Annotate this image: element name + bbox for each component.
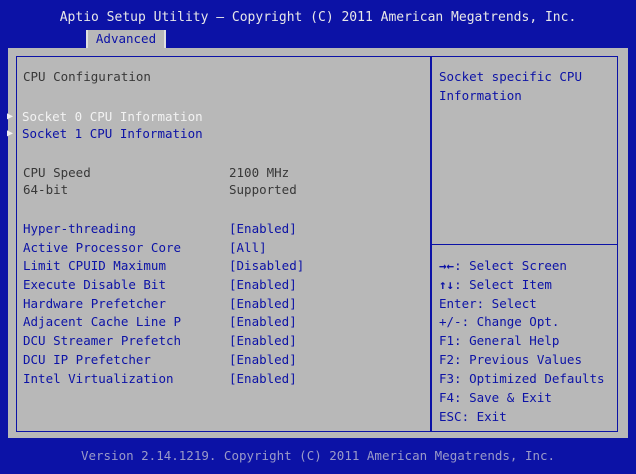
option-label-active-processor-core: Active Processor Core [23, 240, 182, 255]
option-value-dcu-streamer[interactable]: [Enabled] [229, 333, 297, 348]
help-key-f1: F1: General Help [439, 333, 560, 348]
help-key-select-screen: →←: Select Screen [439, 258, 567, 273]
help-description-line-1: Socket specific CPU [439, 69, 582, 84]
help-separator [432, 244, 618, 245]
info-label-cpu-speed: CPU Speed [23, 165, 91, 180]
option-value-execute-disable[interactable]: [Enabled] [229, 277, 297, 292]
option-value-adjacent-cache[interactable]: [Enabled] [229, 314, 297, 329]
help-key-change-opt: +/-: Change Opt. [439, 314, 560, 329]
option-value-dcu-ip[interactable]: [Enabled] [229, 352, 297, 367]
submenu-arrow-icon: ▶ [7, 128, 14, 139]
info-label-64bit: 64-bit [23, 182, 69, 197]
help-key-esc: ESC: Exit [439, 409, 507, 424]
tab-advanced[interactable]: Advanced [86, 30, 166, 48]
help-key-enter: Enter: Select [439, 296, 537, 311]
option-label-intel-virtualization: Intel Virtualization [23, 371, 174, 386]
help-key-f3: F3: Optimized Defaults [439, 371, 605, 386]
arrows-up-down-icon: ↑↓ [439, 277, 455, 292]
submenu-socket-1[interactable]: Socket 1 CPU Information [22, 126, 203, 141]
option-value-intel-virtualization[interactable]: [Enabled] [229, 371, 297, 386]
option-label-dcu-ip: DCU IP Prefetcher [23, 352, 151, 367]
option-label-limit-cpuid: Limit CPUID Maximum [23, 258, 166, 273]
help-key-f4: F4: Save & Exit [439, 390, 552, 405]
help-key-select-item: ↑↓: Select Item [439, 277, 552, 292]
info-value-cpu-speed: 2100 MHz [229, 165, 290, 180]
help-key-f2: F2: Previous Values [439, 352, 582, 367]
option-label-hyper-threading: Hyper-threading [23, 221, 136, 236]
app-title: Aptio Setup Utility – Copyright (C) 2011… [59, 10, 577, 25]
option-value-active-processor-core[interactable]: [All] [229, 240, 267, 255]
header-bar: Aptio Setup Utility – Copyright (C) 2011… [0, 0, 636, 48]
arrows-left-right-icon: →← [439, 258, 455, 273]
option-label-hardware-prefetcher: Hardware Prefetcher [23, 296, 166, 311]
section-title: CPU Configuration [23, 69, 151, 84]
help-description-line-2: Information [439, 88, 522, 103]
option-label-execute-disable: Execute Disable Bit [23, 277, 166, 292]
submenu-arrow-icon: ▶ [7, 111, 14, 122]
help-key-text: : Select Item [454, 277, 552, 292]
option-label-dcu-streamer: DCU Streamer Prefetch [23, 333, 182, 348]
submenu-socket-0[interactable]: Socket 0 CPU Information [22, 109, 203, 124]
help-key-text: : Select Screen [454, 258, 567, 273]
footer-bar: Version 2.14.1219. Copyright (C) 2011 Am… [0, 438, 636, 474]
option-value-hardware-prefetcher[interactable]: [Enabled] [229, 296, 297, 311]
option-value-limit-cpuid[interactable]: [Disabled] [229, 258, 304, 273]
option-value-hyper-threading[interactable]: [Enabled] [229, 221, 297, 236]
info-value-64bit: Supported [229, 182, 297, 197]
option-label-adjacent-cache: Adjacent Cache Line P [23, 314, 182, 329]
footer-version: Version 2.14.1219. Copyright (C) 2011 Am… [80, 448, 556, 463]
